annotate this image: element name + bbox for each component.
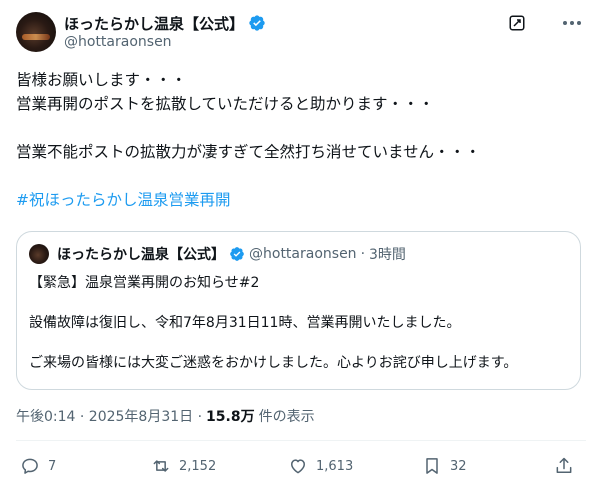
quoted-time: 3時間: [369, 247, 406, 263]
like-button[interactable]: 1,613: [288, 456, 353, 476]
grok-icon[interactable]: [508, 14, 526, 32]
tweet-text: 皆様お願いします・・・ 営業再開のポストを拡散していただけると助かります・・・ …: [16, 68, 586, 212]
reply-icon: [22, 458, 38, 474]
bookmark-count: 32: [450, 458, 467, 474]
share-button[interactable]: [554, 456, 574, 476]
view-label: 件の表示: [258, 409, 315, 425]
quoted-separator: ·: [360, 246, 366, 262]
author-handle[interactable]: @hottaraonsen: [64, 34, 172, 50]
quoted-header: ほったらかし温泉【公式】 @hottaraonsen · 3時間: [57, 244, 406, 264]
repost-icon: [153, 460, 169, 472]
quoted-handle: @hottaraonsen: [249, 246, 357, 262]
share-icon: [556, 457, 572, 473]
tweet-line: 営業再開のポストを拡散していただけると助かります・・・: [16, 95, 435, 113]
bookmark-icon: [426, 458, 438, 474]
hashtag-link[interactable]: #祝ほったらかし温泉営業再開: [16, 188, 586, 212]
tweet-post: ほったらかし温泉【公式】 @hottaraonsen 皆様お願いします・・・ 営…: [0, 0, 602, 494]
quoted-tweet-card[interactable]: ほったらかし温泉【公式】 @hottaraonsen · 3時間 【緊急】温泉営…: [16, 231, 581, 390]
tweet-line: 皆様お願いします・・・: [16, 71, 187, 89]
post-timestamp[interactable]: 午後0:14 · 2025年8月31日 ·: [16, 406, 202, 426]
repost-button[interactable]: 2,152: [151, 456, 216, 476]
reply-button[interactable]: 7: [20, 456, 56, 476]
tweet-line: 営業不能ポストの拡散力が凄すぎて全然打ち消せていません・・・: [16, 143, 481, 161]
view-count: 15.8万: [206, 409, 255, 425]
author-avatar[interactable]: [16, 12, 56, 52]
quoted-line: ご来場の皆様には大変ご迷惑をおかけしました。心よりお詫び申し上げます。: [29, 355, 518, 371]
like-count: 1,613: [316, 458, 354, 474]
quoted-line: 設備故障は復旧し、令和7年8月31日11時、営業再開いたしました。: [29, 315, 461, 331]
author-display-name[interactable]: ほったらかし温泉【公式】: [64, 13, 244, 34]
verified-icon: [230, 247, 244, 261]
action-bar: 7 2,152 1,613 32: [16, 448, 586, 484]
like-icon: [291, 459, 305, 474]
more-icon[interactable]: [560, 14, 584, 32]
quoted-text: 【緊急】温泉営業再開のお知らせ#2 設備故障は復旧し、令和7年8月31日11時、…: [29, 272, 569, 374]
verified-icon[interactable]: [248, 14, 266, 32]
quoted-line: 【緊急】温泉営業再開のお知らせ#2: [29, 275, 260, 291]
divider: [16, 440, 586, 441]
repost-count: 2,152: [179, 458, 217, 474]
reply-count: 7: [48, 458, 57, 474]
quoted-display-name: ほったらかし温泉【公式】: [57, 247, 225, 263]
quoted-avatar: [29, 244, 49, 264]
post-meta: 午後0:14 · 2025年8月31日 · 15.8万 件の表示: [16, 406, 315, 426]
author-name-row: ほったらかし温泉【公式】: [64, 13, 266, 33]
bookmark-button[interactable]: 32: [422, 456, 467, 476]
